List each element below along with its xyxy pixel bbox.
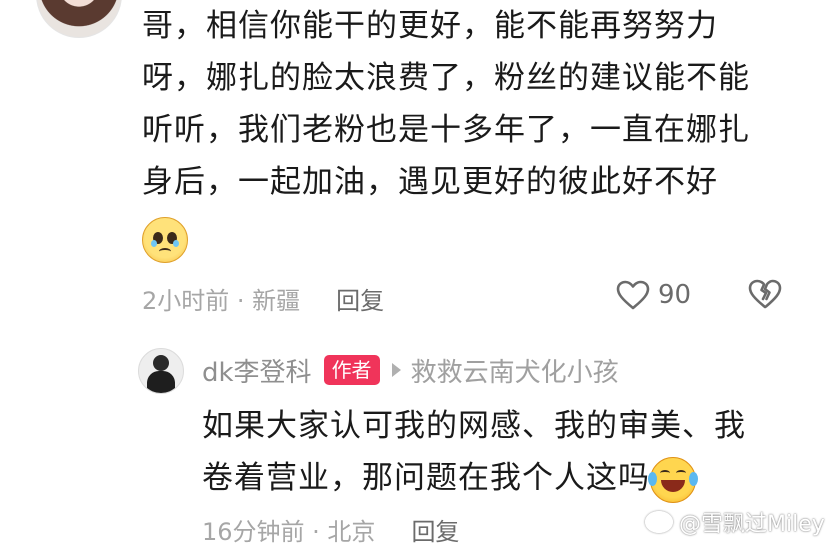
- weibo-watermark: @雪飘过Miley: [645, 506, 825, 538]
- pleading-face-icon: [142, 216, 188, 263]
- like-button[interactable]: 90: [616, 280, 691, 310]
- watermark-text: @雪飘过Miley: [679, 512, 825, 537]
- author-badge: 作者: [323, 355, 380, 385]
- reply-line: 如果大家认可我的网感、我的审美、我: [202, 408, 746, 444]
- comment-reply-button[interactable]: 回复: [336, 281, 384, 316]
- comment-line: 听听，我们老粉也是十多年了，一直在娜扎: [142, 112, 750, 148]
- comment-time-location: 2小时前 · 新疆: [142, 286, 301, 315]
- reply-arrow-icon: [391, 363, 401, 377]
- heart-icon: [616, 280, 650, 310]
- reply-header: dk李登科 作者 救救云南犬化小孩: [202, 350, 619, 390]
- comment-line: 哥，相信你能干的更好，能不能再努努力: [142, 8, 718, 44]
- comment-meta: 2小时前 · 新疆 回复: [142, 278, 384, 318]
- reply-username[interactable]: dk李登科: [202, 352, 312, 389]
- laughing-tears-icon: [648, 456, 698, 503]
- comment-body: 哥，相信你能干的更好，能不能再努努力 呀，娜扎的脸太浪费了，粉丝的建议能不能 听…: [142, 0, 812, 264]
- like-count: 90: [658, 280, 692, 310]
- commenter-avatar[interactable]: [36, 0, 122, 38]
- reply-to-username[interactable]: 救救云南犬化小孩: [411, 352, 619, 389]
- comment-line: 身后，一起加油，遇见更好的彼此好不好: [142, 164, 718, 200]
- reply-time-location: 16分钟前 · 北京: [202, 518, 376, 546]
- reply-line: 卷着营业，那问题在我个人这吗: [202, 460, 650, 496]
- reply-meta: 16分钟前 · 北京 回复: [202, 512, 459, 547]
- reply-reply-button[interactable]: 回复: [411, 512, 459, 547]
- weibo-logo-icon: [645, 511, 673, 533]
- author-avatar[interactable]: [138, 348, 184, 394]
- broken-heart-icon: [748, 279, 782, 309]
- reply-body: 如果大家认可我的网感、我的审美、我 卷着营业，那问题在我个人这吗: [202, 400, 812, 504]
- dislike-button[interactable]: [748, 278, 782, 314]
- comment-line: 呀，娜扎的脸太浪费了，粉丝的建议能不能: [142, 60, 750, 96]
